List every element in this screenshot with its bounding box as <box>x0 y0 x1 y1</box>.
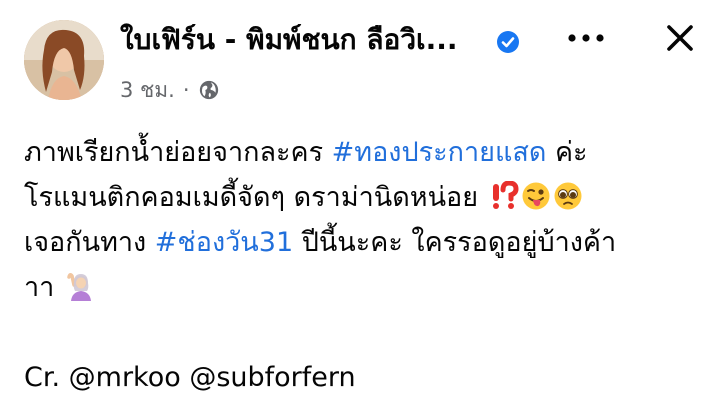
post-line-1: ภาพเรียกน้ำย่อยจากละคร #ทองประกายแสด ค่ะ <box>24 130 704 175</box>
post-text: ปีนี้นะคะ ใครรอดูอยู่บ้างค้า <box>293 227 617 258</box>
meta-separator: · <box>182 78 190 102</box>
post-text: ภาพเรียกน้ำย่อยจากละคร <box>24 137 332 168</box>
post-text: าา <box>24 272 63 303</box>
person-raising-hand-emoji <box>67 272 91 301</box>
globe-icon[interactable] <box>198 79 220 101</box>
exclamation-question-mark-emoji <box>492 181 519 209</box>
post-line-2: โรแมนติกคอมเมดี้จัดๆ ดราม่านิดหน่อย <box>24 175 704 220</box>
close-icon <box>667 25 693 51</box>
hashtag-link[interactable]: #ทองประกายแสด <box>332 137 547 168</box>
post-text: เจอกันทาง <box>24 227 155 258</box>
author-name[interactable]: ใบเฟิร์น - พิมพ์ชนก ลือวิเ... <box>120 22 458 58</box>
author-avatar[interactable] <box>24 20 104 100</box>
more-options-icon <box>568 34 604 42</box>
winking-tongue-face-emoji <box>522 182 550 210</box>
post-timestamp[interactable]: 3 ชม. <box>120 74 175 107</box>
post-text: ค่ะ <box>546 137 588 168</box>
credit-line: Cr. @mrkoo @subforfern <box>24 362 356 393</box>
post-meta: 3 ชม. · <box>120 76 220 104</box>
close-button[interactable] <box>656 14 704 62</box>
post-body: ภาพเรียกน้ำย่อยจากละคร #ทองประกายแสด ค่ะ… <box>24 130 704 400</box>
pleading-face-emoji <box>554 182 582 210</box>
hashtag-link[interactable]: #ช่องวัน31 <box>155 227 293 258</box>
verified-badge-icon <box>497 31 519 53</box>
post-line-4: าา <box>24 265 704 310</box>
post-line-3: เจอกันทาง #ช่องวัน31 ปีนี้นะคะ ใครรอดูอย… <box>24 220 704 265</box>
more-options-button[interactable] <box>562 22 610 54</box>
post-text: โรแมนติกคอมเมดี้จัดๆ ดราม่านิดหน่อย <box>24 182 487 213</box>
facebook-post: ใบเฟิร์น - พิมพ์ชนก ลือวิเ... 3 ชม. · ภา… <box>0 0 720 401</box>
